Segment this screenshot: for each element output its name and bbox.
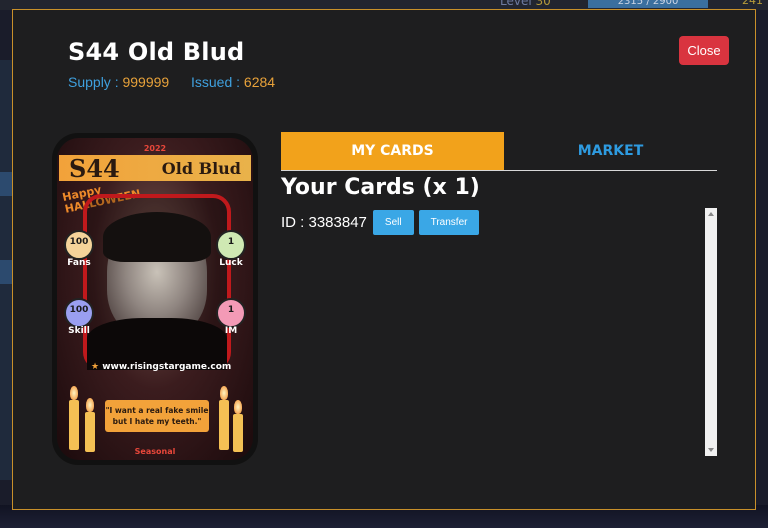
- supply-label: Supply :: [68, 74, 119, 90]
- vampire-hair: [103, 212, 211, 262]
- tab-market[interactable]: MARKET: [504, 132, 717, 170]
- card-supply-info: Supply : 999999 Issued : 6284: [68, 74, 275, 90]
- card-tabs: MY CARDS MARKET: [281, 132, 717, 171]
- topbar-counter: 241: [742, 0, 763, 7]
- card-title: S44 Old Blud: [68, 38, 245, 66]
- card-website: ★ www.risingstargame.com: [91, 362, 232, 372]
- card-rarity: Seasonal: [134, 447, 176, 456]
- card-quote: "I want a real fake smile but I hate my …: [105, 400, 209, 432]
- transfer-button[interactable]: Transfer: [418, 209, 480, 235]
- cards-list-scrollbar[interactable]: [705, 208, 717, 456]
- xp-bar: 2315 / 2900: [588, 0, 708, 8]
- issued-label: Issued :: [190, 74, 241, 90]
- scroll-up-icon[interactable]: [708, 212, 714, 216]
- stat-fans: 100 Fans: [64, 230, 94, 268]
- issued-value: 6284: [243, 74, 276, 90]
- card-name: Old Blud: [161, 159, 241, 178]
- level-indicator: Level 30: [500, 0, 551, 8]
- card-year: 2022: [143, 144, 167, 153]
- your-cards-heading: Your Cards (x 1): [281, 175, 480, 200]
- sell-button[interactable]: Sell: [372, 209, 414, 235]
- stat-im: 1 IM: [216, 298, 246, 336]
- star-icon: ★: [91, 362, 100, 372]
- stat-skill: 100 Skill: [64, 298, 94, 336]
- owned-card-id: ID : 3383847: [281, 213, 367, 231]
- card-header-bar: S44 Old Blud: [59, 154, 251, 183]
- card-image: 2022 S44 Old Blud Happy HALLOWEEN 100 Fa…: [52, 133, 258, 465]
- card-detail-modal: S44 Old Blud Supply : 999999 Issued : 62…: [12, 9, 756, 510]
- card-code: S44: [69, 154, 120, 183]
- supply-value: 999999: [122, 74, 170, 90]
- stat-luck: 1 Luck: [216, 230, 246, 268]
- owned-card-row: ID : 3383847 Sell Transfer: [281, 208, 484, 236]
- close-button[interactable]: Close: [679, 36, 729, 65]
- tab-my-cards[interactable]: MY CARDS: [281, 132, 504, 170]
- scroll-down-icon[interactable]: [708, 448, 714, 452]
